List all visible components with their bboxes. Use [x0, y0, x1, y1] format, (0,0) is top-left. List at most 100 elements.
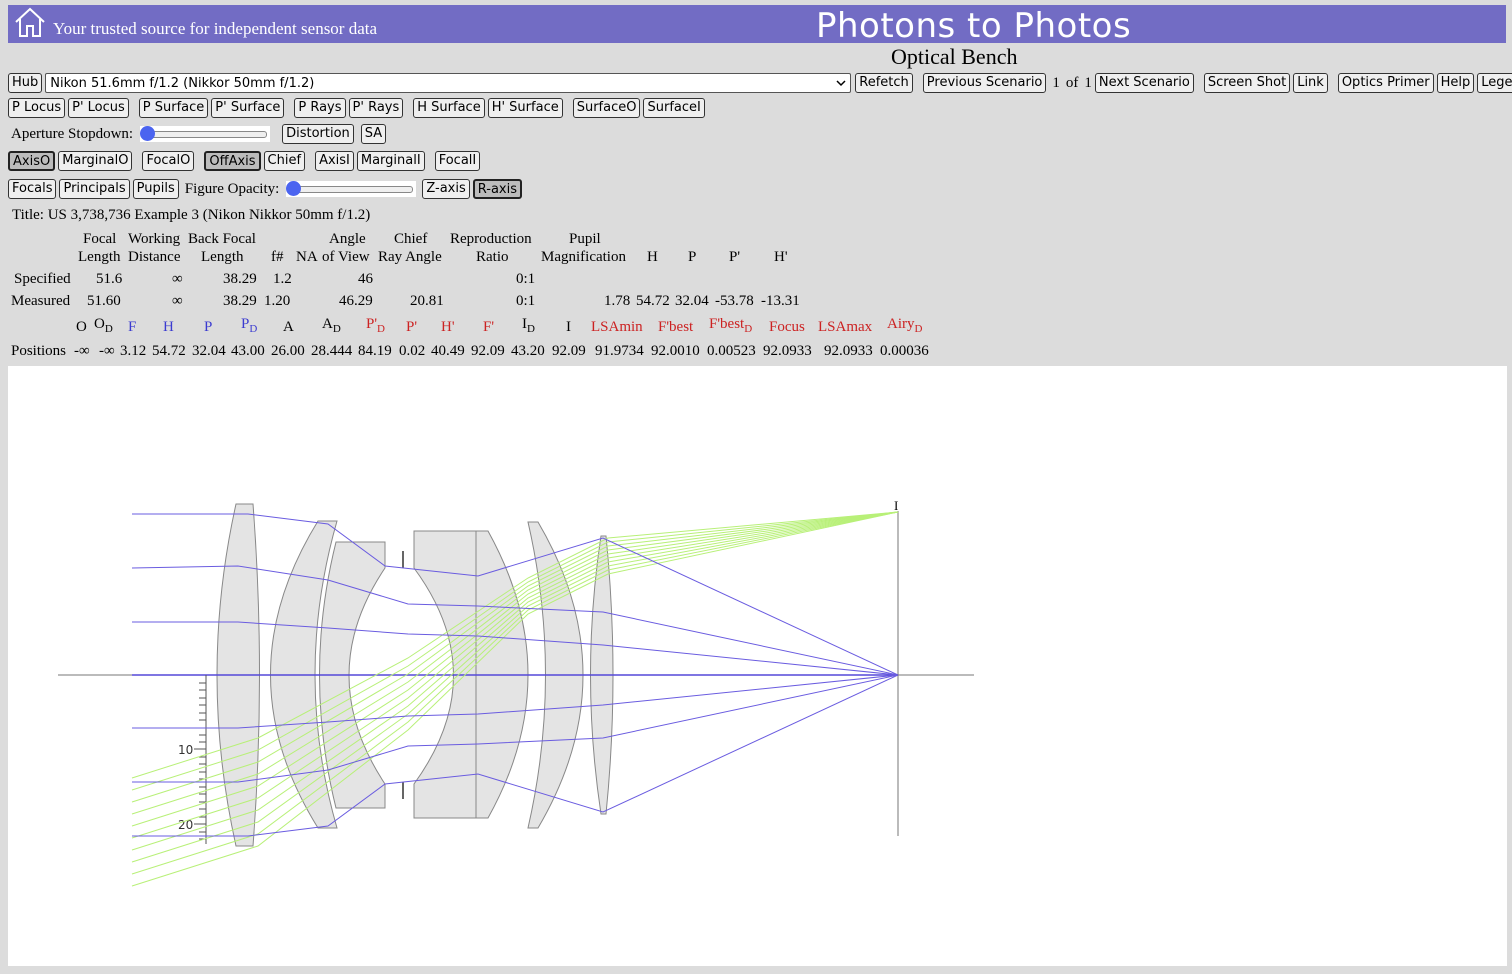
hdr-chief-2: Ray Angle	[378, 249, 442, 265]
pos-lsamin: 91.9734	[595, 343, 644, 359]
previous-scenario-button[interactable]: Previous Scenario	[922, 73, 1047, 93]
help-button[interactable]: Help	[1436, 73, 1475, 93]
hdr-focal-2: Length	[78, 249, 121, 265]
hdr-working-1: Working	[128, 231, 181, 247]
next-scenario-button[interactable]: Next Scenario	[1094, 73, 1194, 93]
sym-lsamax: LSAmax	[818, 319, 873, 335]
legend-button[interactable]: Legend	[1477, 73, 1512, 93]
hdr-p: P	[688, 249, 697, 265]
h-prime-surface-button[interactable]: H' Surface	[487, 98, 563, 118]
sym-h: H	[163, 319, 174, 335]
surface-toggle-row: P Locus P' Locus P Surface P' Surface P …	[8, 98, 708, 118]
page-title: Optical Bench	[891, 44, 1018, 69]
axis-i-button[interactable]: AxisI	[315, 151, 354, 171]
pos-h-prime: 40.49	[431, 343, 465, 359]
principals-button[interactable]: Principals	[59, 179, 130, 199]
figure-opacity-label: Figure Opacity:	[184, 180, 280, 197]
pos-airy-d: 0.00036	[880, 343, 929, 359]
scenario-of: of	[1065, 74, 1079, 91]
sym-f-prime-best: F'best	[658, 319, 694, 335]
measured-focal: 51.60	[87, 293, 121, 309]
sym-o-d: OD	[94, 316, 113, 335]
specified-label: Specified	[14, 271, 71, 287]
opacity-slider-thumb[interactable]	[286, 181, 302, 196]
sym-p-prime: P'	[406, 319, 418, 335]
r-axis-button[interactable]: R-axis	[472, 179, 522, 199]
hdr-h: H	[647, 249, 658, 265]
scale-tick-20: 20	[178, 818, 193, 832]
scenario-current: 1	[1052, 74, 1060, 91]
hdr-chief-1: Chief	[394, 231, 428, 247]
p-prime-surface-button[interactable]: P' Surface	[211, 98, 285, 118]
pos-f-prime: 92.09	[471, 343, 505, 359]
home-icon[interactable]	[14, 6, 46, 42]
p-locus-button[interactable]: P Locus	[8, 98, 66, 118]
measured-label: Measured	[11, 293, 71, 309]
opacity-slider-track	[289, 186, 414, 193]
hdr-pupil-2: Magnification	[541, 249, 626, 265]
pupils-button[interactable]: Pupils	[132, 179, 179, 199]
surface-o-button[interactable]: SurfaceO	[572, 98, 641, 118]
measured-repro: 0:1	[516, 293, 536, 309]
hdr-repro-2: Ratio	[476, 249, 509, 265]
hdr-focal-1: Focal	[83, 231, 117, 247]
hdr-p-prime: P'	[729, 249, 741, 265]
z-axis-button[interactable]: Z-axis	[422, 179, 470, 199]
chief-button[interactable]: Chief	[263, 151, 306, 171]
sym-focus: Focus	[769, 319, 805, 335]
pos-o-d: -∞	[99, 343, 115, 359]
optical-bench-canvas[interactable]: I 10 20	[8, 366, 1507, 966]
p-surface-button[interactable]: P Surface	[138, 98, 209, 118]
sa-button[interactable]: SA	[360, 124, 387, 144]
aperture-stopdown-slider[interactable]	[140, 126, 271, 142]
pos-f-prime-best-d: 0.00523	[707, 343, 756, 359]
hdr-back-2: Length	[201, 249, 244, 265]
focal-i-button[interactable]: FocalI	[434, 151, 481, 171]
measured-h-prime: -13.31	[761, 293, 800, 309]
aperture-stopdown-label: Aperture Stopdown:	[11, 125, 134, 142]
sym-a: A	[283, 319, 294, 335]
pos-f: 3.12	[120, 343, 147, 359]
sym-f-prime: F'	[483, 319, 495, 335]
measured-h: 54.72	[636, 293, 670, 309]
figure-opacity-slider[interactable]	[286, 181, 417, 197]
offaxis-button[interactable]: OffAxis	[204, 151, 261, 171]
measured-fnum: 1.20	[264, 293, 291, 309]
p-prime-locus-button[interactable]: P' Locus	[68, 98, 129, 118]
pos-focus: 92.0933	[763, 343, 812, 359]
site-tagline: Your trusted source for independent sens…	[53, 19, 378, 38]
measured-angle: 46.29	[339, 293, 373, 309]
specified-back: 38.29	[223, 271, 257, 287]
hub-button[interactable]: Hub	[8, 73, 43, 93]
pos-p-prime: 0.02	[399, 343, 426, 359]
h-surface-button[interactable]: H Surface	[413, 98, 485, 118]
marginal-o-button[interactable]: MarginalO	[58, 151, 133, 171]
lens-title: Title: US 3,738,736 Example 3 (Nikon Nik…	[12, 207, 371, 223]
p-rays-button[interactable]: P Rays	[294, 98, 346, 118]
surface-i-button[interactable]: SurfaceI	[643, 98, 705, 118]
link-button[interactable]: Link	[1293, 73, 1328, 93]
sym-h-prime: H'	[441, 319, 455, 335]
hdr-na: NA	[296, 249, 318, 265]
hdr-fnum: f#	[271, 249, 284, 265]
focals-button[interactable]: Focals	[8, 179, 57, 199]
sym-o: O	[76, 319, 87, 335]
site-title[interactable]: Photons to Photos	[816, 6, 1131, 46]
pos-a-d: 28.444	[311, 343, 353, 359]
hdr-angle-1: Angle	[329, 231, 366, 247]
distortion-button[interactable]: Distortion	[282, 124, 354, 144]
aperture-slider-thumb[interactable]	[140, 126, 156, 141]
optics-primer-button[interactable]: Optics Primer	[1337, 73, 1434, 93]
focal-o-button[interactable]: FocalO	[142, 151, 195, 171]
hdr-pupil-1: Pupil	[569, 231, 601, 247]
marginal-i-button[interactable]: MarginalI	[356, 151, 425, 171]
axis-o-button[interactable]: AxisO	[8, 151, 56, 171]
sym-i: I	[566, 319, 571, 335]
display-row: Focals Principals Pupils Figure Opacity:…	[8, 179, 525, 199]
screen-shot-button[interactable]: Screen Shot	[1203, 73, 1291, 93]
pos-lsamax: 92.0933	[824, 343, 873, 359]
scale-ruler	[194, 675, 207, 844]
refetch-button[interactable]: Refetch	[855, 73, 913, 93]
p-prime-rays-button[interactable]: P' Rays	[348, 98, 404, 118]
lens-select[interactable]: Nikon 51.6mm f/1.2 (Nikkor 50mm f/1.2)	[45, 73, 852, 93]
